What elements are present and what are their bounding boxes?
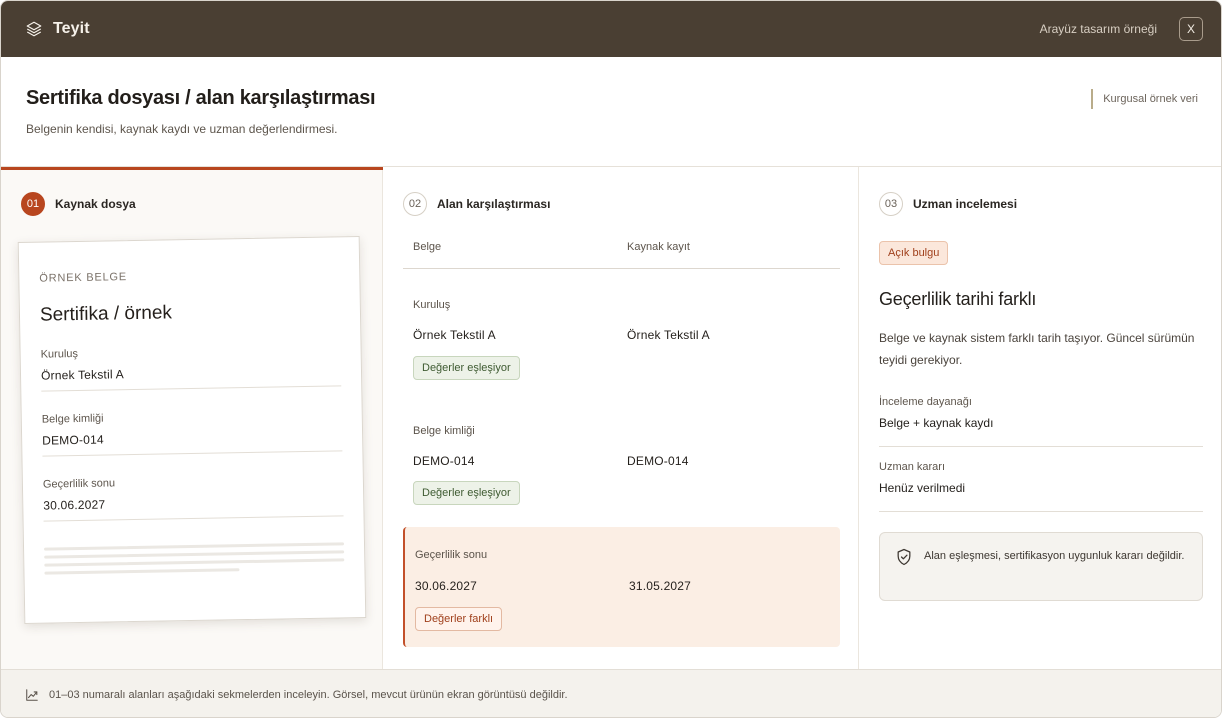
placeholder-line [44,568,240,575]
page-header: Sertifika dosyası / alan karşılaştırması… [1,57,1221,167]
expert-review-panel[interactable]: 03 Uzman incelemesi Açık bulgu Geçerlili… [859,167,1221,669]
field-comparison-panel[interactable]: 02 Alan karşılaştırması Belge Kaynak kay… [383,167,859,669]
comparison-header: Belge Kaynak kayıt [403,241,840,269]
document-field-label: Belge kimliği [41,412,104,426]
column-header-document: Belge [413,241,442,253]
document-field-value: Örnek Tekstil A [40,367,124,383]
footer-text: 01–03 numaralı alanları aşağıdaki sekmel… [49,688,568,701]
document-placeholder-lines [44,542,345,575]
review-field-value: Belge + kaynak kaydı [879,416,994,430]
document-field: Belge kimliği DEMO-014 [41,408,343,457]
match-status-badge: Değerler eşleşiyor [413,481,520,505]
document-field-label: Geçerlilik sonu [42,477,116,491]
trend-chart-icon [26,688,38,701]
step-title: Alan karşılaştırması [437,197,551,211]
page-subtitle: Belgenin kendisi, kaynak kaydı ve uzman … [26,122,338,136]
layers-icon [26,21,42,37]
step-header-comparison: 02 Alan karşılaştırması [403,192,550,216]
mismatch-status-badge: Değerler farklı [415,607,503,631]
step-number: 01 [21,192,45,216]
footer-bar: 01–03 numaralı alanları aşağıdaki sekmel… [1,669,1221,717]
disclaimer-note: Alan eşleşmesi, sertifikasyon uygunluk k… [879,532,1203,601]
document-field: Geçerlilik sonu 30.06.2027 [42,473,344,522]
document-title: Sertifika / örnek [39,302,173,326]
row-label: Kuruluş [413,299,451,311]
step-title: Uzman incelemesi [913,197,1018,211]
step-header-source: 01 Kaynak dosya [21,192,136,216]
shield-check-icon [897,548,911,566]
comparison-row[interactable]: Belge kimliği DEMO-014 DEMO-014 Değerler… [403,411,840,521]
step-title: Kaynak dosya [55,197,136,211]
document-field-value: 30.06.2027 [43,497,106,513]
placeholder-line [44,558,345,567]
source-value: 31.05.2027 [629,579,692,593]
close-button[interactable]: X [1179,17,1203,41]
document-value: Örnek Tekstil A [413,328,496,342]
review-field-value: Henüz verilmedi [879,481,966,495]
source-value: Örnek Tekstil A [627,328,710,342]
step-header-review: 03 Uzman incelemesi [879,192,1017,216]
document-preview: ÖRNEK BELGE Sertifika / örnek Kuruluş Ör… [17,236,367,624]
page-title: Sertifika dosyası / alan karşılaştırması [26,87,376,109]
source-value: DEMO-014 [627,454,689,468]
app-window: Teyit Arayüz tasarım örneği X Sertifika … [0,0,1222,718]
brand[interactable]: Teyit [25,20,90,38]
row-label: Geçerlilik sonu [415,549,488,561]
disclaimer-text: Alan eşleşmesi, sertifikasyon uygunluk k… [924,550,1185,562]
brand-name: Teyit [53,20,90,37]
document-field: Kuruluş Örnek Tekstil A [40,343,342,392]
document-value: DEMO-014 [413,454,475,468]
document-kicker: ÖRNEK BELGE [39,271,128,285]
document-value: 30.06.2027 [415,579,478,593]
review-description: Belge ve kaynak sistem farklı tarih taşı… [879,331,1195,367]
placeholder-line [44,550,345,559]
review-field-label: İnceleme dayanağı [879,396,972,408]
open-finding-badge: Açık bulgu [879,241,949,265]
column-header-source: Kaynak kayıt [627,241,690,253]
document-field-label: Kuruluş [40,347,79,361]
review-title: Geçerlilik tarihi farklı [879,289,1037,309]
source-document-panel[interactable]: 01 Kaynak dosya ÖRNEK BELGE Sertifika / … [1,167,383,669]
demo-note: Arayüz tasarım örneği [1039,22,1157,36]
comparison-row[interactable]: Kuruluş Örnek Tekstil A Örnek Tekstil A … [403,285,840,395]
document-field-value: DEMO-014 [42,432,104,448]
fictional-data-tag: Kurgusal örnek veri [1091,89,1198,109]
step-number: 02 [403,192,427,216]
comparison-row-mismatch[interactable]: Geçerlilik sonu 30.06.2027 31.05.2027 De… [403,527,840,647]
top-bar: Teyit Arayüz tasarım örneği X [1,1,1221,57]
expert-decision-field: Uzman kararı Henüz verilmedi [879,461,1203,512]
match-status-badge: Değerler eşleşiyor [413,356,520,380]
review-basis-field: İnceleme dayanağı Belge + kaynak kaydı [879,396,1203,447]
review-field-label: Uzman kararı [879,461,946,473]
step-number: 03 [879,192,903,216]
placeholder-line [44,542,345,551]
row-label: Belge kimliği [413,425,475,437]
